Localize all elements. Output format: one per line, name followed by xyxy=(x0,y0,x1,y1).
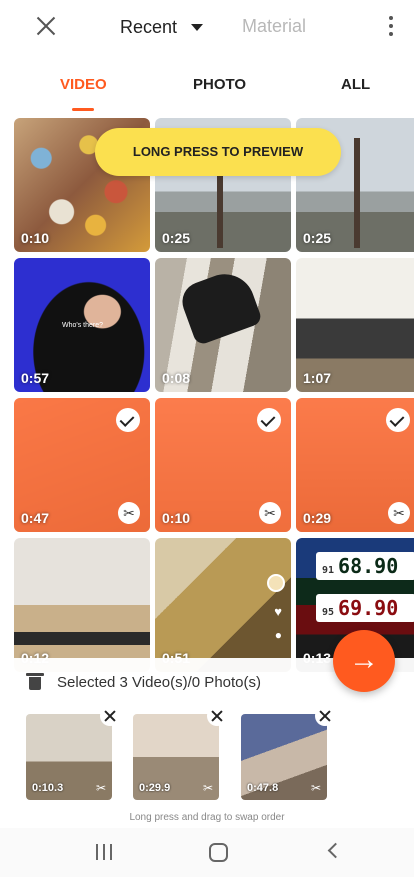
price-display-top: 91 68.90 xyxy=(316,552,414,580)
avatar xyxy=(267,574,285,592)
recent-apps-icon[interactable] xyxy=(96,844,114,860)
video-duration: 0:25 xyxy=(162,230,191,246)
tree-trunk xyxy=(354,138,360,248)
remove-clip-icon[interactable] xyxy=(315,706,335,726)
video-duration: 0:08 xyxy=(162,370,191,386)
price-display-bottom: 95 69.90 xyxy=(316,594,414,622)
video-caption: Who's there? xyxy=(62,322,104,329)
scissors-icon[interactable]: ✂ xyxy=(388,502,410,524)
video-duration: 1:07 xyxy=(303,370,332,386)
checkmark-icon[interactable] xyxy=(116,408,140,432)
close-icon[interactable] xyxy=(34,14,58,38)
video-duration: 0:10 xyxy=(21,230,50,246)
scissors-icon[interactable]: ✂ xyxy=(96,781,106,795)
comment-icon: ● xyxy=(274,628,282,642)
fuel-price: 69.90 xyxy=(338,596,399,620)
caret-down-icon xyxy=(191,23,204,31)
next-arrow-button[interactable]: → xyxy=(333,630,395,692)
video-duration: 0:47 xyxy=(21,510,50,526)
selected-clip[interactable]: 0:47.8 ✂ xyxy=(241,706,335,800)
selected-clip[interactable]: 0:10.3 ✂ xyxy=(26,706,120,800)
top-bar: Recent Material xyxy=(0,0,414,52)
video-thumbnail[interactable]: Who's there? 0:57 xyxy=(14,258,150,392)
active-tab-indicator xyxy=(72,108,94,111)
video-duration: 0:25 xyxy=(303,230,332,246)
system-nav-bar xyxy=(0,828,414,877)
album-dropdown-label: Recent xyxy=(120,16,178,37)
scissors-icon[interactable]: ✂ xyxy=(118,502,140,524)
video-thumbnail[interactable]: 1:07 xyxy=(296,258,414,392)
tab-all[interactable]: ALL xyxy=(341,76,370,93)
tab-video[interactable]: VIDEO xyxy=(60,76,107,93)
checkmark-icon[interactable] xyxy=(257,408,281,432)
video-thumbnail[interactable]: 0:12 xyxy=(14,538,150,672)
scissors-icon[interactable]: ✂ xyxy=(311,781,321,795)
remove-clip-icon[interactable] xyxy=(100,706,120,726)
video-duration: 0:29 xyxy=(303,510,332,526)
clip-duration: 0:10.3 xyxy=(32,782,64,794)
material-tab[interactable]: Material xyxy=(242,16,306,37)
media-type-tabs: VIDEO PHOTO ALL xyxy=(0,66,414,112)
selection-summary: Selected 3 Video(s)/0 Photo(s) xyxy=(57,674,262,691)
tab-photo[interactable]: PHOTO xyxy=(193,76,246,93)
more-options-icon[interactable] xyxy=(385,14,397,38)
clip-duration: 0:29.9 xyxy=(139,782,171,794)
long-press-tooltip: LONG PRESS TO PREVIEW xyxy=(95,128,341,176)
fuel-price: 68.90 xyxy=(338,554,399,578)
video-thumbnail-selected[interactable]: ✂ 0:10 xyxy=(155,398,291,532)
video-thumbnail-selected[interactable]: ✂ 0:47 xyxy=(14,398,150,532)
home-icon[interactable] xyxy=(209,843,228,862)
selected-clip[interactable]: 0:29.9 ✂ xyxy=(133,706,227,800)
reorder-hint: Long press and drag to swap order xyxy=(129,812,285,823)
fuel-grade-label: 95 xyxy=(322,607,335,618)
video-thumbnail[interactable]: 0:08 xyxy=(155,258,291,392)
back-icon[interactable] xyxy=(327,842,344,859)
scissors-icon[interactable]: ✂ xyxy=(203,781,213,795)
trash-icon[interactable] xyxy=(26,673,44,690)
checkmark-icon[interactable] xyxy=(386,408,410,432)
heart-icon: ♥ xyxy=(274,604,282,619)
video-thumbnail[interactable]: ♥ ● 0:51 xyxy=(155,538,291,672)
remove-clip-icon[interactable] xyxy=(207,706,227,726)
video-duration: 0:57 xyxy=(21,370,50,386)
album-dropdown[interactable]: Recent xyxy=(120,14,204,40)
video-thumbnail-selected[interactable]: ✂ 0:29 xyxy=(296,398,414,532)
video-duration: 0:10 xyxy=(162,510,191,526)
clip-duration: 0:47.8 xyxy=(247,782,279,794)
scissors-icon[interactable]: ✂ xyxy=(259,502,281,524)
fuel-grade-label: 91 xyxy=(322,565,335,576)
